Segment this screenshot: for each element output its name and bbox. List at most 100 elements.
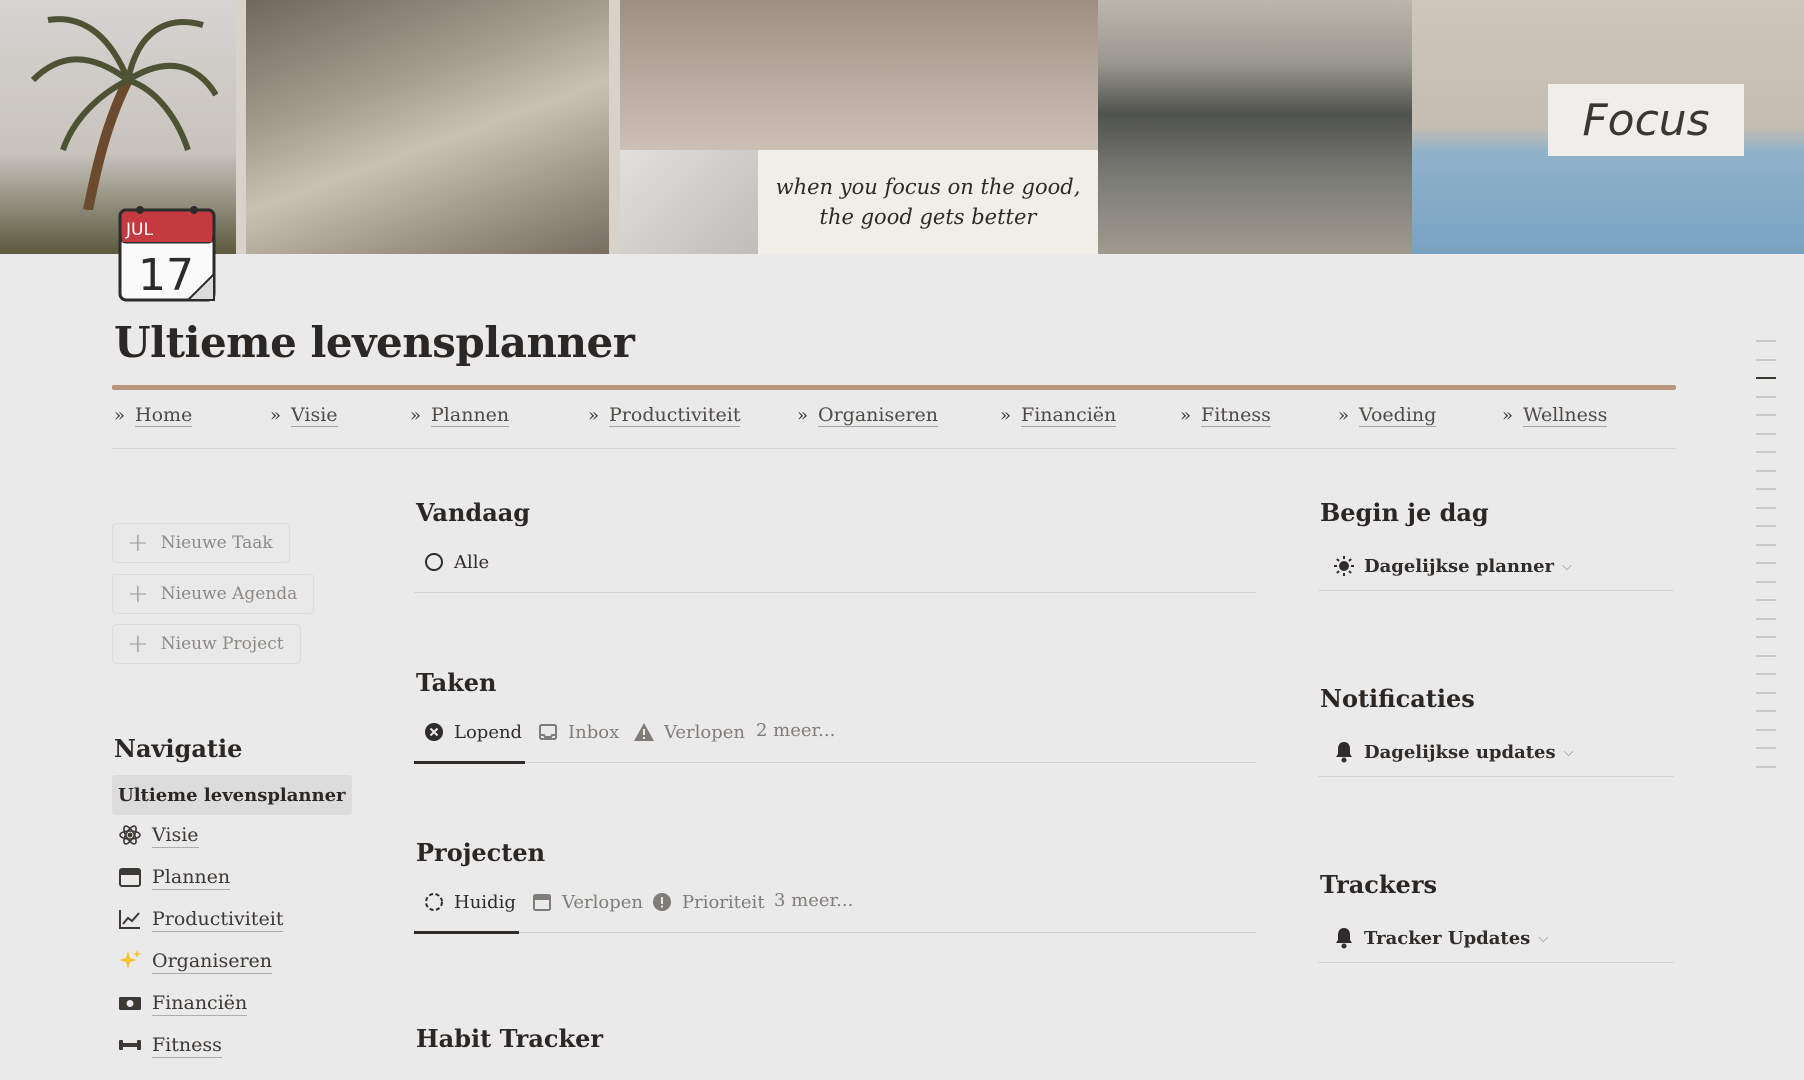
double-chevron-icon: »: [797, 405, 809, 426]
page-title: Ultieme levensplanner: [114, 318, 635, 367]
title-divider: [112, 385, 1676, 390]
palm-tree-icon: [30, 16, 218, 210]
double-chevron-icon: »: [588, 405, 600, 426]
outline-tick[interactable]: [1756, 414, 1776, 416]
nav-current-page[interactable]: Ultieme levensplanner: [112, 775, 352, 815]
outline-tick[interactable]: [1756, 506, 1776, 509]
daily-updates-selector[interactable]: Dagelijkse updates ⌵: [1332, 740, 1574, 764]
bell-icon: [1332, 926, 1356, 950]
chevron-down-icon: ⌵: [1538, 930, 1549, 946]
warning-icon: [632, 720, 656, 744]
tab-alle[interactable]: Alle: [422, 550, 489, 574]
new-agenda-button[interactable]: + Nieuwe Agenda: [112, 574, 315, 614]
new-task-button[interactable]: + Nieuwe Taak: [112, 523, 290, 563]
chart-line-icon: [116, 905, 144, 933]
bell-icon: [1332, 740, 1356, 764]
habit-tracker-heading: Habit Tracker: [416, 1024, 604, 1053]
notificaties-view: Dagelijkse updates ⌵: [1318, 732, 1674, 777]
double-chevron-icon: »: [1338, 405, 1350, 426]
x-circle-icon: [422, 720, 446, 744]
cover-image[interactable]: when you focus on the good, the good gets…: [0, 0, 1804, 254]
top-nav-visie[interactable]: » Visie: [270, 404, 338, 427]
double-chevron-icon: »: [114, 405, 126, 426]
tab-prioriteit[interactable]: Prioriteit: [650, 890, 765, 914]
top-nav-plannen[interactable]: » Plannen: [410, 404, 510, 427]
tab-inbox[interactable]: Inbox: [536, 720, 619, 744]
outline-tick[interactable]: [1756, 580, 1776, 583]
outline-tick[interactable]: [1756, 488, 1776, 490]
dashed-circle-icon: [422, 890, 446, 914]
atom-icon: [116, 821, 144, 849]
tab-active-underline: [414, 761, 525, 764]
new-project-button[interactable]: + Nieuw Project: [112, 624, 301, 664]
begin-je-dag-heading: Begin je dag: [1320, 498, 1489, 527]
double-chevron-icon: »: [1000, 405, 1012, 426]
circle-icon: [422, 550, 446, 574]
top-nav-wellness[interactable]: » Wellness: [1502, 404, 1608, 427]
outline-tick[interactable]: [1756, 747, 1776, 749]
plus-icon: +: [127, 528, 149, 558]
cover-focus-label: Focus: [1548, 84, 1744, 156]
outline-tick[interactable]: [1756, 562, 1776, 564]
notificaties-heading: Notificaties: [1320, 684, 1475, 713]
top-nav-fitness[interactable]: » Fitness: [1180, 404, 1271, 427]
trackers-view: Tracker Updates ⌵: [1318, 918, 1674, 963]
nav-item-productiviteit[interactable]: Productiviteit: [116, 902, 284, 936]
cover-ocean-photo: [1098, 0, 1466, 254]
outline-tick[interactable]: [1756, 636, 1776, 638]
taken-tabs: Lopend Inbox Verlopen 2 meer...: [414, 714, 1256, 764]
outline-tick[interactable]: [1756, 654, 1776, 657]
nav-item-fitness[interactable]: Fitness: [116, 1028, 222, 1062]
calendar-month: JUL: [125, 220, 153, 240]
top-nav-voeding[interactable]: » Voeding: [1338, 404, 1437, 427]
nav-item-plannen[interactable]: Plannen: [116, 860, 231, 894]
tab-verlopen-projecten[interactable]: Verlopen: [530, 890, 643, 914]
taken-heading: Taken: [416, 668, 497, 697]
outline-tick[interactable]: [1756, 525, 1776, 527]
vandaag-heading: Vandaag: [416, 498, 531, 527]
tab-huidig[interactable]: Huidig: [422, 890, 516, 914]
outline-tick[interactable]: [1756, 710, 1776, 712]
outline-tick[interactable]: [1756, 728, 1776, 731]
daily-planner-selector[interactable]: Dagelijkse planner ⌵: [1332, 554, 1572, 578]
cover-quote: when you focus on the good, the good gets…: [758, 150, 1098, 254]
top-navigation: » Home » Visie » Plannen » Productiviteit » O…: [112, 398, 1676, 449]
outline-tick[interactable]: [1756, 432, 1776, 435]
begin-je-dag-view: Dagelijkse planner ⌵: [1318, 546, 1674, 591]
vandaag-tabs: Alle: [414, 544, 1256, 593]
outline-tick[interactable]: [1756, 377, 1776, 379]
tab-more-projecten[interactable]: 3 meer...: [774, 890, 853, 911]
calendar-page-icon[interactable]: JUL 17: [118, 202, 216, 302]
cover-beach-couple-photo: [246, 0, 609, 254]
outline-tick[interactable]: [1756, 765, 1776, 768]
money-icon: [116, 989, 144, 1017]
top-nav-productiviteit[interactable]: » Productiviteit: [588, 404, 741, 427]
double-chevron-icon: »: [1180, 405, 1192, 426]
nav-item-visie[interactable]: Visie: [116, 818, 199, 852]
outline-tick[interactable]: [1756, 395, 1776, 398]
exclamation-circle-icon: [650, 890, 674, 914]
tab-more-taken[interactable]: 2 meer...: [756, 720, 835, 741]
outline-tick[interactable]: [1756, 451, 1776, 453]
tab-lopend[interactable]: Lopend: [422, 720, 522, 744]
nav-item-financien[interactable]: Financiën: [116, 986, 248, 1020]
outline-tick[interactable]: [1756, 543, 1776, 546]
outline-tick[interactable]: [1756, 358, 1776, 361]
calendar-icon: [530, 890, 554, 914]
outline-tick[interactable]: [1756, 617, 1776, 620]
top-nav-financien[interactable]: » Financiën: [1000, 404, 1117, 427]
tab-verlopen[interactable]: Verlopen: [632, 720, 745, 744]
outline-tick[interactable]: [1756, 691, 1776, 694]
outline-tick[interactable]: [1756, 340, 1776, 342]
outline-tick[interactable]: [1756, 673, 1776, 675]
tracker-updates-selector[interactable]: Tracker Updates ⌵: [1332, 926, 1548, 950]
chevron-down-icon: ⌵: [1563, 744, 1574, 760]
outline-tick[interactable]: [1756, 469, 1776, 472]
top-nav-home[interactable]: » Home: [114, 404, 193, 427]
top-nav-organiseren[interactable]: » Organiseren: [797, 404, 939, 427]
outline-tick[interactable]: [1756, 599, 1776, 601]
projecten-heading: Projecten: [416, 838, 546, 867]
nav-item-organiseren[interactable]: Organiseren: [116, 944, 273, 978]
double-chevron-icon: »: [410, 405, 422, 426]
calendar-icon: [116, 863, 144, 891]
